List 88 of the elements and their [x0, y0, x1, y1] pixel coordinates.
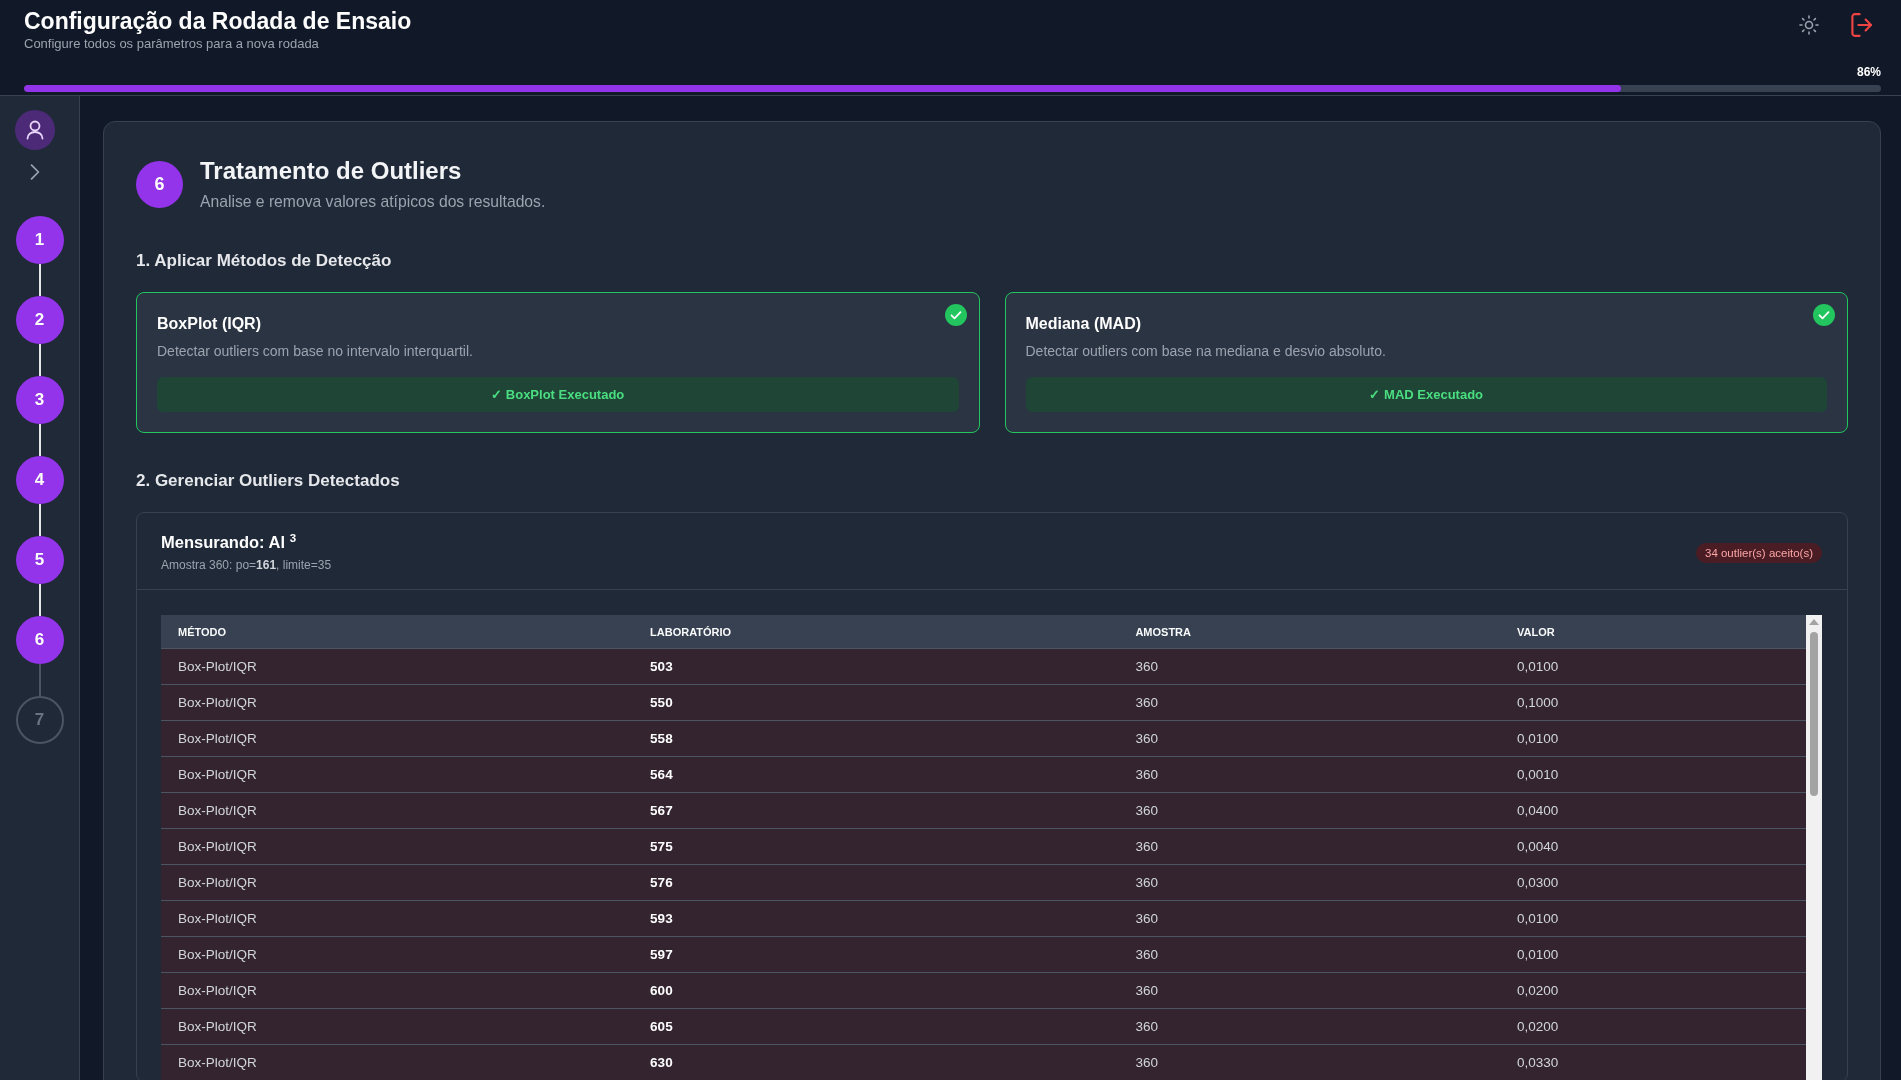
- column-header: LABORATÓRIO: [633, 615, 1119, 649]
- step-circle[interactable]: 7: [15, 696, 64, 744]
- step-circle[interactable]: 6: [15, 616, 64, 664]
- step-connector: [38, 344, 41, 376]
- step-connector: [38, 264, 41, 296]
- count-badge: 34 outlier(s) aceito(s): [1696, 542, 1822, 563]
- table-cell: Box-Plot/IQR: [161, 1008, 634, 1045]
- method-description: Detectar outliers com base no intervalo interquartil.: [157, 342, 474, 360]
- table-cell: Box-Plot/IQR: [161, 828, 634, 865]
- table-cell: 360: [1118, 1008, 1500, 1045]
- table-cell: 360: [1118, 900, 1500, 937]
- step-connector: [38, 584, 41, 616]
- table-cell: 0,0200: [1500, 972, 1806, 1009]
- table-cell: 360: [1118, 756, 1500, 793]
- table-cell: 360: [1118, 720, 1500, 757]
- sun-icon[interactable]: [1799, 15, 1819, 35]
- table-cell: 0,0400: [1500, 792, 1806, 829]
- table-cell: Box-Plot/IQR: [161, 972, 634, 1009]
- step-number-badge: 6: [136, 160, 183, 208]
- table-cell: 360: [1118, 972, 1500, 1009]
- table-cell: 0,0100: [1500, 936, 1806, 973]
- logout-icon[interactable]: [1850, 13, 1874, 37]
- table-cell: 360: [1118, 936, 1500, 973]
- table-cell: Box-Plot/IQR: [161, 720, 634, 757]
- avatar-icon[interactable]: [15, 110, 55, 150]
- table-cell: 0,1000: [1500, 684, 1806, 721]
- method-description: Detectar outliers com base na mediana e desvio absoluto.: [1025, 342, 1387, 360]
- column-header: AMOSTRA: [1118, 615, 1500, 649]
- method-title: BoxPlot (IQR): [157, 314, 262, 334]
- page-subtitle: Configure todos os parâmetros para a nova rodada: [24, 36, 320, 52]
- table-cell: 567: [633, 792, 1119, 829]
- progress-percent: 86%: [1856, 64, 1881, 80]
- measurand-title: Mensurando: Al $^{3}$: [161, 532, 298, 552]
- column-header: MÉTODO: [161, 615, 634, 649]
- table-cell: 550: [633, 684, 1119, 721]
- section-heading: 2. Gerenciar Outliers Detectados: [136, 470, 401, 492]
- table-cell: 593: [633, 900, 1119, 937]
- table-cell: 360: [1118, 792, 1500, 829]
- table-cell: Box-Plot/IQR: [161, 756, 634, 793]
- table-cell: 630: [633, 1044, 1119, 1080]
- table-cell: Box-Plot/IQR: [161, 1044, 634, 1080]
- step-circle[interactable]: 4: [15, 456, 64, 504]
- table-cell: 503: [633, 648, 1119, 685]
- table-cell: 558: [633, 720, 1119, 757]
- page-title: Configuração da Rodada de Ensaio: [24, 7, 413, 36]
- step-connector: [38, 424, 41, 456]
- table-cell: 0,0330: [1500, 1044, 1806, 1080]
- step-circle[interactable]: 1: [15, 216, 64, 264]
- check-icon: [944, 304, 967, 326]
- table-cell: Box-Plot/IQR: [161, 648, 634, 685]
- table-cell: 0,0300: [1500, 864, 1806, 901]
- check-icon: [1813, 304, 1835, 326]
- table-cell: 0,0040: [1500, 828, 1806, 865]
- table-cell: 360: [1118, 828, 1500, 865]
- sample-info: Amostra 360: po=161, limite=35: [161, 557, 332, 573]
- step-connector: [38, 664, 41, 696]
- step-circle[interactable]: 2: [15, 296, 64, 344]
- table-cell: 360: [1118, 648, 1500, 685]
- section-heading: 1. Aplicar Métodos de Detecção: [136, 250, 393, 272]
- table-cell: Box-Plot/IQR: [161, 900, 634, 937]
- table-cell: 597: [633, 936, 1119, 973]
- method-button[interactable]: ✓ MAD Executado: [1025, 377, 1827, 412]
- table-cell: 575: [633, 828, 1119, 865]
- method-title: Mediana (MAD): [1025, 314, 1143, 334]
- step-connector: [38, 504, 41, 536]
- table-cell: 0,0100: [1500, 648, 1806, 685]
- step-circle[interactable]: 3: [15, 376, 64, 424]
- table-cell: 0,0100: [1500, 900, 1806, 937]
- method-button[interactable]: ✓ BoxPlot Executado: [157, 377, 959, 412]
- step-subtitle: Analise e remova valores atípicos dos resultados.: [200, 192, 546, 212]
- table-cell: 360: [1118, 1044, 1500, 1080]
- table-cell: 605: [633, 1008, 1119, 1045]
- table-cell: 564: [633, 756, 1119, 793]
- scrollbar[interactable]: [1806, 615, 1822, 1080]
- table-cell: 0,0200: [1500, 1008, 1806, 1045]
- table-cell: 0,0010: [1500, 756, 1806, 793]
- table-cell: 576: [633, 864, 1119, 901]
- step-title: Tratamento de Outliers: [200, 156, 463, 186]
- table-cell: 600: [633, 972, 1119, 1009]
- table-cell: 360: [1118, 684, 1500, 721]
- table-cell: Box-Plot/IQR: [161, 684, 634, 721]
- table-cell: 360: [1118, 864, 1500, 901]
- table-cell: Box-Plot/IQR: [161, 864, 634, 901]
- table-cell: Box-Plot/IQR: [161, 936, 634, 973]
- column-header: VALOR: [1500, 615, 1806, 649]
- table-cell: Box-Plot/IQR: [161, 792, 634, 829]
- step-circle[interactable]: 5: [15, 536, 64, 584]
- table-cell: 0,0100: [1500, 720, 1806, 757]
